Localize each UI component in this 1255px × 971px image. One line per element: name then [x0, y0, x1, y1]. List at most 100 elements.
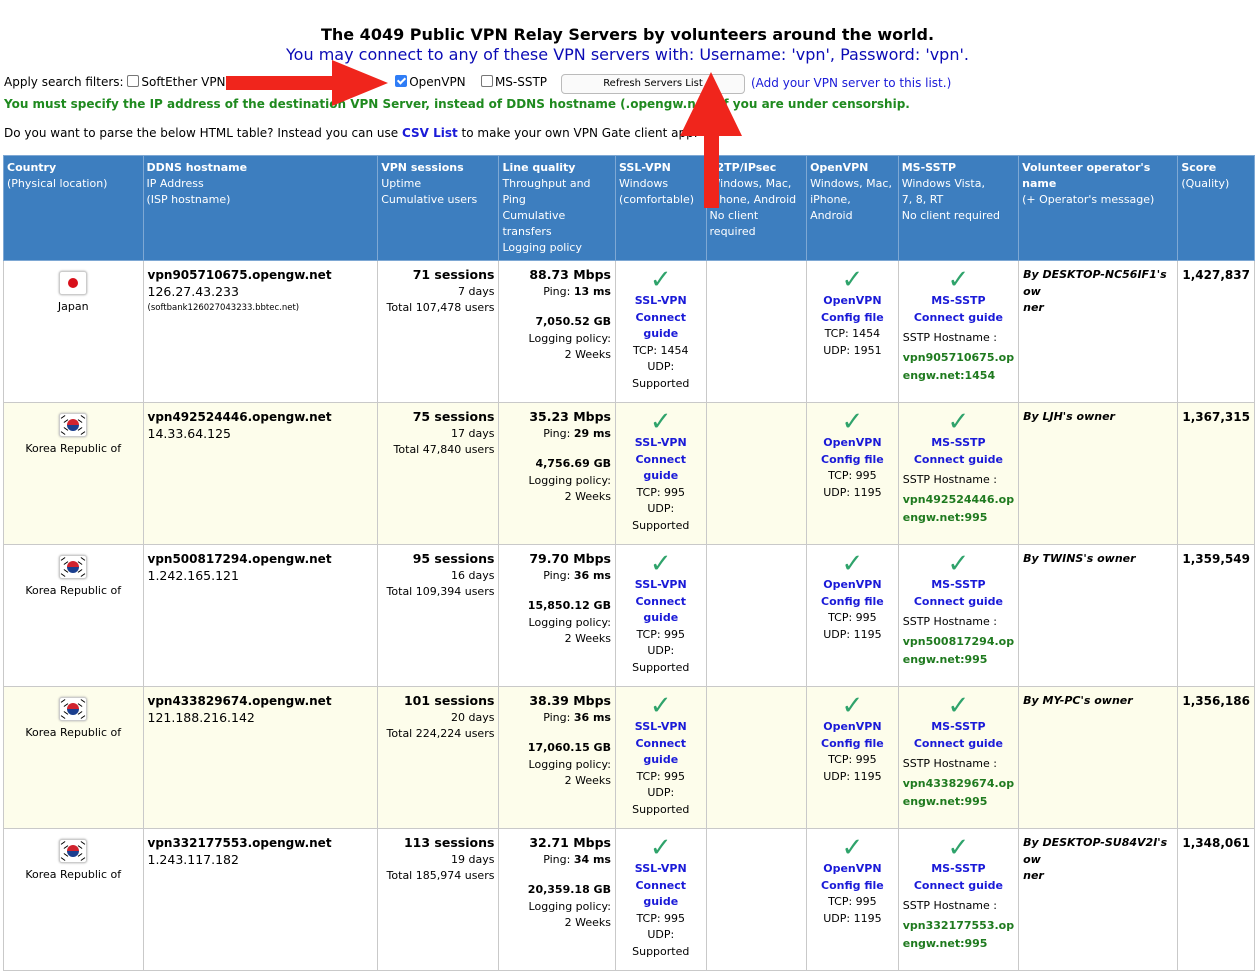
ms-sstp-cell: ✓ MS-SSTP Connect guide SSTP Hostname : …: [897, 544, 1020, 687]
country-cell: Korea Republic of: [3, 544, 144, 687]
connect-guide-link[interactable]: Connect guide: [620, 310, 702, 343]
operator-name: By LJH's owner: [1023, 410, 1115, 423]
ms-sstp-cell: ✓ MS-SSTP Connect guide SSTP Hostname : …: [897, 260, 1020, 403]
ssl-vpn-link[interactable]: SSL-VPN: [620, 577, 702, 594]
openvpn-udp-port: UDP: 1195: [823, 627, 882, 641]
line-quality-cell: 38.39 Mbps Ping: 36 ms 17,060.15 GB Logg…: [498, 686, 616, 829]
connect-guide-link[interactable]: Connect guide: [620, 736, 702, 769]
operator-name: By DESKTOP-SU84V2I's ow: [1023, 836, 1168, 866]
connect-guide-link[interactable]: Connect guide: [620, 452, 702, 485]
cumulative-transfer: 20,359.18 GB: [527, 883, 611, 896]
korea-flag-icon: [59, 697, 88, 721]
ssl-tcp-port: TCP: 995: [636, 485, 686, 499]
sstp-connect-guide-link[interactable]: Connect guide: [903, 310, 1014, 327]
config-file-link[interactable]: Config file: [811, 878, 894, 895]
ssl-vpn-cell: ✓ SSL-VPN Connect guide TCP: 995 UDP: Su…: [614, 686, 707, 829]
sstp-hostname-label: SSTP Hostname :: [902, 473, 997, 486]
ping: Ping: 36 ms: [543, 568, 611, 582]
sstp-hostname-label: SSTP Hostname :: [902, 331, 997, 344]
throughput: 32.71 Mbps: [529, 835, 611, 850]
mssstp-checkbox[interactable]: [480, 75, 493, 87]
ssl-tcp-port: TCP: 995: [636, 627, 686, 641]
operator-name-cont: ner: [1023, 301, 1044, 314]
ssl-vpn-link[interactable]: SSL-VPN: [620, 861, 702, 878]
session-count: 75 sessions: [412, 409, 495, 424]
checkmark-icon: ✓: [841, 833, 864, 863]
score-value: 1,356,186: [1182, 694, 1250, 708]
uptime: 17 days: [450, 426, 495, 440]
ip-address: 14.33.64.125: [147, 425, 232, 441]
openvpn-cell: ✓ OpenVPN Config file TCP: 995 UDP: 1195: [806, 544, 899, 687]
ssl-vpn-cell: ✓ SSL-VPN Connect guide TCP: 995 UDP: Su…: [614, 402, 707, 545]
softether-label: SoftEther VPN: [141, 75, 226, 89]
sstp-connect-guide-link[interactable]: Connect guide: [903, 594, 1014, 611]
sessions-cell: 95 sessions 16 days Total 109,394 users: [377, 544, 500, 687]
sstp-connect-guide-link[interactable]: Connect guide: [903, 452, 1014, 469]
logging-policy-label: Logging policy:: [528, 899, 611, 913]
country-cell: Japan: [3, 260, 144, 403]
config-file-link[interactable]: Config file: [811, 452, 894, 469]
throughput: 38.39 Mbps: [529, 693, 611, 708]
ms-sstp-link[interactable]: MS-SSTP: [903, 719, 1014, 736]
l2tp-cell: [705, 402, 808, 545]
sstp-hostname-2: engw.net:995: [902, 795, 988, 808]
logging-policy-label: Logging policy:: [528, 615, 611, 629]
score-cell: 1,427,837: [1177, 260, 1255, 403]
ip-address: 126.27.43.233: [147, 283, 239, 299]
openvpn-link[interactable]: OpenVPN: [811, 719, 894, 736]
sstp-hostname-1: vpn332177553.op: [902, 918, 1015, 932]
openvpn-label: OpenVPN: [409, 75, 466, 89]
softether-checkbox[interactable]: [127, 75, 140, 87]
ms-sstp-link[interactable]: MS-SSTP: [903, 293, 1014, 310]
japan-flag-icon: [59, 271, 88, 295]
table-row: Japan vpn905710675.opengw.net 126.27.43.…: [3, 260, 1255, 403]
col-score: Score (Quality): [1177, 155, 1255, 261]
openvpn-link[interactable]: OpenVPN: [811, 293, 894, 310]
ms-sstp-link[interactable]: MS-SSTP: [903, 861, 1014, 878]
checkmark-icon: ✓: [947, 407, 970, 437]
score-cell: 1,356,186: [1177, 686, 1255, 829]
ssl-vpn-link[interactable]: SSL-VPN: [620, 293, 702, 310]
korea-flag-icon: [59, 839, 88, 863]
csv-list-link[interactable]: CSV List: [402, 126, 458, 140]
page-subtitle: You may connect to any of these VPN serv…: [286, 45, 969, 64]
score-cell: 1,348,061: [1177, 828, 1255, 971]
ssl-vpn-link[interactable]: SSL-VPN: [620, 435, 702, 452]
ddns-hostname: vpn500817294.opengw.net: [147, 552, 332, 566]
connect-guide-link[interactable]: Connect guide: [620, 594, 702, 627]
table-row: Korea Republic of vpn332177553.op engw.ne…: [3, 828, 1255, 971]
l2tp-cell: [705, 686, 808, 829]
ssl-vpn-link[interactable]: SSL-VPN: [620, 719, 702, 736]
udp-support: UDP: Supported: [632, 360, 690, 390]
logging-policy-value: 2 Weeks: [564, 490, 611, 503]
sstp-connect-guide-link[interactable]: Connect guide: [903, 736, 1014, 753]
openvpn-link[interactable]: OpenVPN: [811, 577, 894, 594]
connect-guide-link[interactable]: Connect guide: [620, 878, 702, 911]
score-cell: 1,367,315: [1177, 402, 1255, 545]
ip-address: 121.188.216.142: [147, 709, 255, 725]
operator-cell: By DESKTOP-NC56IF1's ow ner: [1018, 260, 1179, 403]
annotation-arrow-right: [226, 60, 388, 106]
sstp-connect-guide-link[interactable]: Connect guide: [903, 878, 1014, 895]
openvpn-link[interactable]: OpenVPN: [811, 435, 894, 452]
cumulative-transfer: 15,850.12 GB: [527, 599, 611, 612]
l2tp-cell: [705, 828, 808, 971]
country-name: Korea Republic of: [25, 868, 122, 881]
openvpn-udp-port: UDP: 1195: [823, 769, 882, 783]
add-server-link[interactable]: (Add your VPN server to this list.): [751, 76, 951, 90]
openvpn-tcp-port: TCP: 995: [828, 469, 877, 482]
logging-policy-value: 2 Weeks: [564, 916, 611, 929]
config-file-link[interactable]: Config file: [811, 736, 894, 753]
openvpn-checkbox[interactable]: [395, 75, 408, 87]
config-file-link[interactable]: Config file: [811, 594, 894, 611]
logging-policy-value: 2 Weeks: [564, 632, 611, 645]
ms-sstp-link[interactable]: MS-SSTP: [903, 435, 1014, 452]
sstp-hostname-2: engw.net:995: [902, 937, 988, 950]
openvpn-link[interactable]: OpenVPN: [811, 861, 894, 878]
openvpn-udp-port: UDP: 1951: [823, 343, 882, 357]
config-file-link[interactable]: Config file: [811, 310, 894, 327]
korea-flag-icon: [59, 413, 88, 437]
checkmark-icon: ✓: [649, 407, 672, 437]
ms-sstp-link[interactable]: MS-SSTP: [903, 577, 1014, 594]
uptime: 16 days: [450, 568, 495, 582]
